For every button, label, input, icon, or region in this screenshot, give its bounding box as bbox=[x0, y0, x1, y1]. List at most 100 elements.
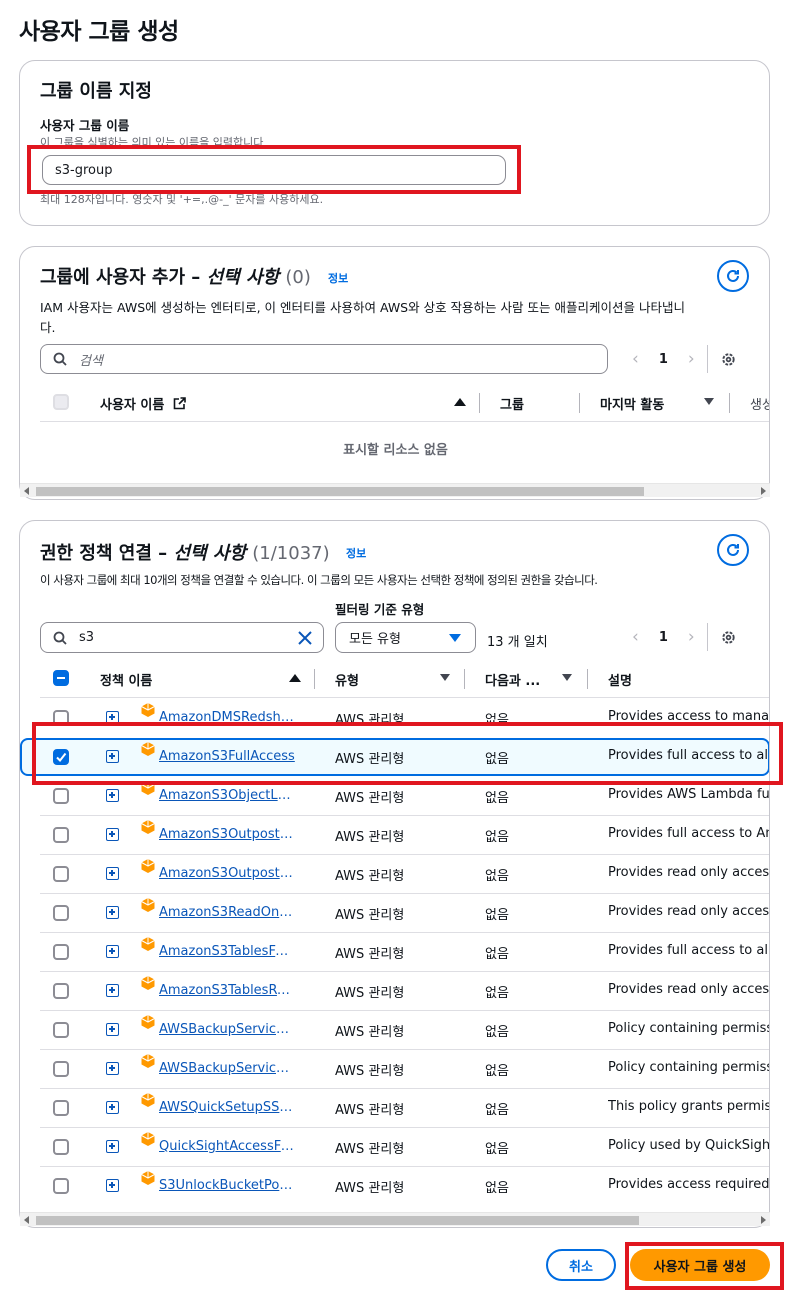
users-col-created[interactable]: 생성 bbox=[750, 394, 769, 413]
policy-row-checkbox[interactable] bbox=[53, 905, 69, 921]
policy-search-input[interactable]: s3 bbox=[40, 622, 324, 653]
page-title: 사용자 그룹 생성 bbox=[19, 19, 179, 45]
policy-row-checkbox[interactable] bbox=[53, 1139, 69, 1155]
expand-icon[interactable] bbox=[106, 1179, 119, 1192]
create-button-highlight bbox=[625, 1242, 784, 1290]
policies-horizontal-scrollbar[interactable] bbox=[20, 1212, 770, 1226]
policy-description: Policy used by QuickSight bbox=[608, 1138, 770, 1153]
policies-page-number[interactable]: 1 bbox=[659, 630, 668, 645]
refresh-icon bbox=[727, 269, 739, 282]
prev-page-button[interactable]: ‹ bbox=[632, 349, 639, 369]
clear-icon[interactable] bbox=[298, 631, 312, 645]
policy-type: AWS 관리형 bbox=[335, 908, 405, 923]
prev-page-button[interactable]: ‹ bbox=[632, 627, 639, 647]
add-users-info-link[interactable]: 정보 bbox=[328, 270, 348, 286]
group-name-panel-title: 그룹 이름 지정 bbox=[40, 81, 152, 102]
policy-type: AWS 관리형 bbox=[335, 1142, 405, 1157]
policy-description: Provides full access to all bbox=[608, 943, 770, 958]
expand-icon[interactable] bbox=[106, 945, 119, 958]
policies-panel: 권한 정책 연결 – 선택 사항 (1/1037) 정보 이 사용자 그룹에 최… bbox=[19, 520, 770, 1228]
policy-name-link[interactable]: AmazonS3ReadOnlyAccess bbox=[159, 905, 295, 920]
policy-row-checkbox[interactable] bbox=[53, 788, 69, 804]
policy-row-checkbox[interactable] bbox=[53, 1022, 69, 1038]
search-icon bbox=[53, 352, 67, 366]
users-scroll-thumb[interactable] bbox=[36, 487, 644, 496]
group-name-label: 사용자 그룹 이름 bbox=[40, 118, 130, 133]
cancel-button[interactable]: 취소 bbox=[546, 1249, 616, 1281]
policy-name-link[interactable]: AmazonS3OutpostsFullAccess bbox=[159, 827, 295, 842]
external-link-icon bbox=[173, 397, 186, 410]
policy-name-link[interactable]: AmazonS3ObjectLambdaExecutionRolePolicy bbox=[159, 788, 295, 803]
policy-type: AWS 관리형 bbox=[335, 1025, 405, 1040]
policy-name-link[interactable]: AWSBackupServiceRolePolicyForS3Backup bbox=[159, 1022, 295, 1037]
row-divider bbox=[40, 893, 769, 894]
users-col-last-activity[interactable]: 마지막 활동 bbox=[600, 394, 664, 413]
policies-info-link[interactable]: 정보 bbox=[346, 545, 366, 561]
expand-icon[interactable] bbox=[106, 828, 119, 841]
expand-icon[interactable] bbox=[106, 1023, 119, 1036]
expand-icon[interactable] bbox=[106, 1062, 119, 1075]
policy-name-link[interactable]: S3UnlockBucketPolicy bbox=[159, 1178, 295, 1193]
expand-icon[interactable] bbox=[106, 906, 119, 919]
add-users-description-2: 다. bbox=[40, 320, 56, 335]
policy-name-link[interactable]: QuickSightAccessForS3StorageManagementAn… bbox=[159, 1139, 295, 1154]
expand-icon[interactable] bbox=[106, 984, 119, 997]
sort-desc-icon[interactable] bbox=[704, 398, 714, 405]
policy-row-checkbox[interactable] bbox=[53, 1178, 69, 1194]
sort-desc-icon[interactable] bbox=[440, 674, 450, 681]
policies-col-used-as[interactable]: 다음과 ... bbox=[485, 670, 540, 689]
users-page-number[interactable]: 1 bbox=[659, 352, 668, 367]
policies-select-all-checkbox[interactable] bbox=[53, 670, 69, 686]
policies-col-description[interactable]: 설명 bbox=[608, 670, 632, 689]
expand-icon[interactable] bbox=[106, 789, 119, 802]
users-select-all-checkbox[interactable] bbox=[53, 394, 69, 410]
policy-row-checkbox[interactable] bbox=[53, 1100, 69, 1116]
policy-row-checkbox[interactable] bbox=[53, 944, 69, 960]
policy-name-link[interactable]: AmazonS3OutpostsReadOnlyAccess bbox=[159, 866, 295, 881]
policies-scroll-thumb[interactable] bbox=[36, 1216, 639, 1225]
policies-col-type[interactable]: 유형 bbox=[335, 670, 359, 689]
caret-down-icon bbox=[449, 634, 461, 642]
policy-attached: 없음 bbox=[485, 908, 509, 923]
sort-asc-icon[interactable] bbox=[454, 398, 466, 406]
policy-attached: 없음 bbox=[485, 947, 509, 962]
filter-type-select[interactable]: 모든 유형 bbox=[335, 622, 476, 653]
row-divider bbox=[40, 1049, 769, 1050]
expand-icon[interactable] bbox=[106, 1101, 119, 1114]
policy-name-link[interactable]: AWSQuickSetupSSMHostMgmtPermissionsBound… bbox=[159, 1100, 295, 1115]
settings-icon[interactable] bbox=[720, 351, 737, 368]
add-users-refresh-button[interactable] bbox=[717, 260, 749, 292]
users-empty-state: 표시할 리소스 없음 bbox=[343, 443, 448, 458]
expand-icon[interactable] bbox=[106, 867, 119, 880]
filter-type-value: 모든 유형 bbox=[349, 632, 401, 647]
policy-description: Provides read only access bbox=[608, 982, 770, 997]
next-page-button[interactable]: › bbox=[688, 349, 695, 369]
policies-col-name[interactable]: 정책 이름 bbox=[100, 670, 152, 689]
policy-row-checkbox[interactable] bbox=[53, 866, 69, 882]
settings-icon[interactable] bbox=[720, 629, 737, 646]
policy-name-link[interactable]: AmazonS3TablesReadOnlyAccess bbox=[159, 983, 295, 998]
policy-attached: 없음 bbox=[485, 1025, 509, 1040]
policy-row-checkbox[interactable] bbox=[53, 827, 69, 843]
policies-refresh-button[interactable] bbox=[717, 534, 749, 566]
policy-description: Provides access required t bbox=[608, 1177, 770, 1192]
filter-type-label: 필터링 기준 유형 bbox=[335, 602, 425, 617]
policy-icon bbox=[141, 1093, 155, 1107]
users-horizontal-scrollbar[interactable] bbox=[20, 483, 770, 497]
add-users-panel-title: 그룹에 사용자 추가 – 선택 사항 (0) bbox=[40, 267, 311, 288]
sort-asc-icon[interactable] bbox=[289, 674, 301, 682]
policy-row-checkbox[interactable] bbox=[53, 983, 69, 999]
row-divider bbox=[40, 932, 769, 933]
policy-name-link[interactable]: AWSBackupServiceRolePolicyForS3Restore bbox=[159, 1061, 295, 1076]
user-search-input[interactable]: 검색 bbox=[40, 344, 608, 374]
row-divider bbox=[40, 815, 769, 816]
policy-name-link[interactable]: AmazonS3TablesFullAccess bbox=[159, 944, 295, 959]
policy-row-checkbox[interactable] bbox=[53, 1061, 69, 1077]
sort-desc-icon[interactable] bbox=[562, 674, 572, 681]
users-col-groups[interactable]: 그룹 bbox=[500, 394, 524, 413]
users-col-username[interactable]: 사용자 이름 bbox=[100, 394, 186, 413]
policy-description: Provides AWS Lambda fun bbox=[608, 787, 770, 802]
next-page-button[interactable]: › bbox=[688, 627, 695, 647]
expand-icon[interactable] bbox=[106, 1140, 119, 1153]
policy-attached: 없음 bbox=[485, 1181, 509, 1196]
